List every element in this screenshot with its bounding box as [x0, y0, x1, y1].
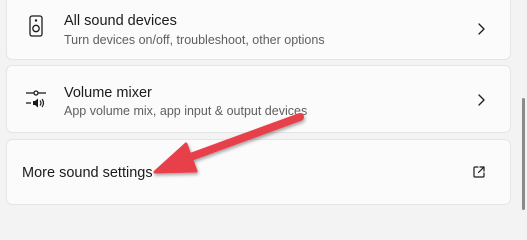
chevron-right-icon — [478, 94, 485, 106]
more-sound-settings-card[interactable]: More sound settings — [6, 139, 511, 205]
external-link-icon — [473, 166, 485, 178]
all-sound-devices-subtitle: Turn devices on/off, troubleshoot, other… — [64, 33, 325, 47]
more-sound-settings-title: More sound settings — [22, 165, 153, 181]
volume-mixer-card[interactable]: Volume mixer App volume mix, app input &… — [6, 65, 511, 133]
scrollbar-thumb[interactable] — [522, 98, 525, 210]
all-sound-devices-title: All sound devices — [64, 13, 177, 29]
all-sound-devices-card[interactable]: All sound devices Turn devices on/off, t… — [6, 0, 511, 60]
volume-mixer-subtitle: App volume mix, app input & output devic… — [64, 104, 308, 118]
sound-settings-page: All sound devices Turn devices on/off, t… — [0, 0, 527, 213]
volume-mixer-title: Volume mixer — [64, 85, 152, 101]
volume-mixer-icon — [26, 90, 46, 108]
chevron-right-icon — [478, 23, 485, 35]
speaker-icon — [29, 15, 43, 37]
